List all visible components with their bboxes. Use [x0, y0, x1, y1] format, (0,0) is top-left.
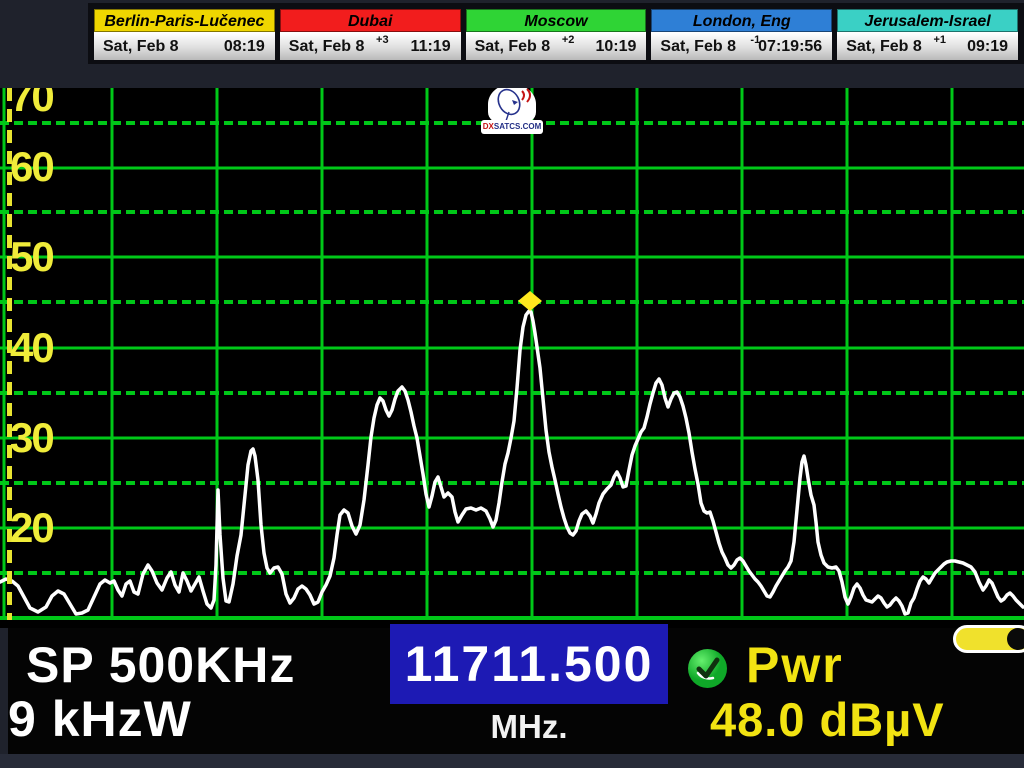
- clock-london-eng: London, EngSat, Feb 8-107:19:56: [651, 9, 832, 60]
- clock-date: Sat, Feb 8: [103, 38, 179, 56]
- window-frame-bottom: [0, 754, 1024, 768]
- clock-time: 09:19: [967, 38, 1008, 56]
- clock-time: 11:19: [411, 38, 451, 56]
- clock-jerusalem-israel: Jerusalem-Israel Sat, Feb 8 +1 09:19: [837, 9, 1018, 60]
- dxsatcs-logo: DXSATCS.COM: [481, 88, 543, 136]
- y-axis-tick-label: 30: [10, 417, 53, 459]
- clock-berlin-paris-lu-enec: Berlin-Paris-Lučenec Sat, Feb 8 08:19: [94, 9, 275, 60]
- frequency-unit-label: MHz.: [390, 710, 668, 743]
- toggle-knob[interactable]: [1007, 628, 1024, 650]
- logo-text: DXSATCS.COM: [481, 120, 543, 134]
- clock-city-label: Berlin-Paris-Lučenec: [94, 9, 275, 32]
- clock-dubai: Dubai Sat, Feb 8 +3 11:19: [280, 9, 461, 60]
- clock-date: Sat, Feb 8: [660, 38, 736, 56]
- y-axis-tick-label: 20: [10, 507, 53, 549]
- clock-time-panel: Sat, Feb 8 +3 11:19: [280, 32, 461, 60]
- clock-time: 10:19: [595, 38, 636, 56]
- lock-ok-icon: [687, 648, 728, 689]
- y-axis-tick-label: 50: [10, 236, 53, 278]
- clock-date: Sat, Feb 8: [289, 38, 365, 56]
- clock-time-panel: Sat, Feb 8-107:19:56: [651, 32, 832, 60]
- clock-utc-offset: +3: [376, 34, 389, 46]
- y-axis-tick-label: 70: [10, 88, 53, 118]
- clock-time-panel: Sat, Feb 8 +2 10:19: [466, 32, 647, 60]
- clock-time: 08:19: [224, 38, 265, 56]
- power-label: Pwr: [746, 640, 844, 690]
- y-axis-tick-label: 60: [10, 146, 53, 188]
- clock-city-label: Jerusalem-Israel: [837, 9, 1018, 32]
- clock-time: 07:19:56: [758, 38, 822, 56]
- spectrum-chart[interactable]: 70 60 50 40 30 20 DXSATCS.COM: [0, 88, 1024, 628]
- clock-moscow: Moscow Sat, Feb 8 +2 10:19: [466, 9, 647, 60]
- clock-city-label: Dubai: [280, 9, 461, 32]
- clock-city-label: Moscow: [466, 9, 647, 32]
- power-toggle[interactable]: [953, 625, 1024, 653]
- span-readout: SP 500KHz: [26, 640, 295, 690]
- grid-lines: [0, 88, 1024, 620]
- satellite-dish-icon: [488, 88, 536, 124]
- spectrum-plot[interactable]: [0, 88, 1024, 628]
- spectrum-trace: [0, 311, 1023, 614]
- world-clock-bar: Berlin-Paris-Lučenec Sat, Feb 8 08:19 Dubai…: [88, 3, 1024, 64]
- clock-time-panel: Sat, Feb 8 +1 09:19: [837, 32, 1018, 60]
- clock-utc-offset: +2: [562, 34, 575, 46]
- peak-marker-diamond[interactable]: [518, 291, 542, 311]
- frequency-display[interactable]: 11711.500: [390, 624, 668, 704]
- clock-utc-offset: +1: [933, 34, 946, 46]
- analyzer-screen: Berlin-Paris-Lučenec Sat, Feb 8 08:19 Dubai…: [0, 0, 1024, 768]
- clock-date: Sat, Feb 8: [475, 38, 551, 56]
- power-value: 48.0 dBµV: [710, 696, 945, 743]
- clock-date: Sat, Feb 8: [846, 38, 922, 56]
- bandwidth-readout: 9 kHzW: [8, 694, 192, 744]
- clock-time-panel: Sat, Feb 8 08:19: [94, 32, 275, 60]
- clock-city-label: London, Eng: [651, 9, 832, 32]
- y-axis-tick-label: 40: [10, 327, 53, 369]
